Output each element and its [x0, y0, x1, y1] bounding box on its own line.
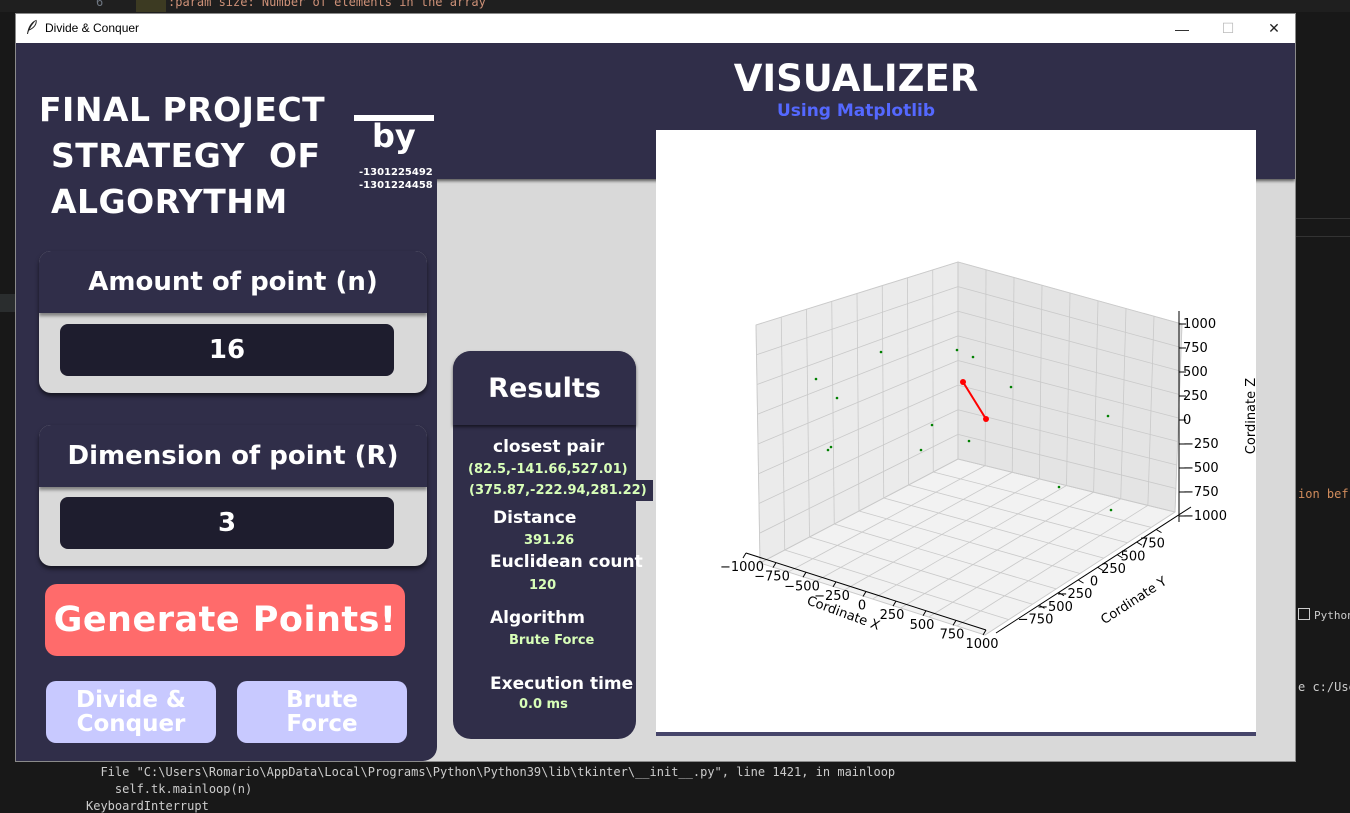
visualizer-subtitle: Using Matplotlib	[776, 101, 936, 121]
z-tick-label: 250	[1183, 389, 1208, 404]
results-panel: Results closest pair (82.5,-141.66,527.0…	[453, 351, 653, 739]
z-tick-label: 750	[1183, 341, 1208, 356]
scatter-point	[1009, 385, 1013, 389]
x-tick-label: 250	[880, 608, 905, 623]
x-tick-label: 500	[910, 618, 935, 633]
window-title: Divide & Conquer	[45, 21, 140, 35]
plot-canvas: −1000 −750 −500 −250 0 250 500 750 1000 −750 −500−…	[656, 130, 1259, 736]
scatter-point	[1109, 508, 1113, 512]
y-tick-label: 750	[1140, 537, 1165, 552]
z-tick-label: 1000	[1183, 317, 1216, 332]
amount-card: Amount of point (n) 16	[39, 251, 427, 393]
editor-background: 6 :param size: Number of elements in the…	[0, 0, 1350, 12]
z-tick-label: −250	[1183, 437, 1219, 452]
dimension-input[interactable]: 3	[60, 497, 394, 549]
amount-input[interactable]: 16	[60, 324, 394, 376]
terminal-text-fragment: e c:/User	[1298, 680, 1350, 694]
terminal-line: KeyboardInterrupt	[86, 799, 209, 813]
y-tick-label: 0	[1090, 575, 1098, 590]
terminal-line: self.tk.mainloop(n)	[86, 782, 253, 796]
maximize-button[interactable]: ☐	[1205, 14, 1251, 43]
euclidean-count-label: Euclidean count	[490, 552, 643, 572]
amount-label: Amount of point (n)	[39, 251, 427, 313]
scatter-3d-chart: −1000−750−500−25002505007501000−750−500−…	[720, 261, 1259, 652]
z-tick-label: −1000	[1183, 509, 1227, 524]
x-tick-label: 1000	[965, 637, 998, 652]
scatter-point	[1106, 414, 1110, 418]
scatter-point	[930, 423, 934, 427]
closest-pair-point	[983, 416, 989, 422]
closest-point-a: (82.5,-141.66,527.01)	[468, 462, 628, 477]
by-label: by	[372, 117, 416, 155]
line-number: 6	[96, 0, 104, 9]
closest-pair-point	[960, 379, 966, 385]
z-tick-label: 0	[1183, 413, 1191, 428]
project-title: FINAL PROJECT STRATEGY OF ALGORYTHM	[39, 90, 326, 221]
terminal-icon	[1298, 608, 1310, 620]
z-tick-label: 500	[1183, 365, 1208, 380]
algorithm-value: Brute Force	[509, 633, 595, 648]
dimension-card: Dimension of point (R) 3	[39, 425, 427, 566]
editor-left-strip	[0, 12, 16, 772]
scatter-point	[826, 448, 830, 452]
brute-force-button[interactable]: Brute Force	[237, 681, 407, 743]
app-content: FINAL PROJECT STRATEGY OF ALGORYTHM by -…	[16, 43, 1295, 761]
y-tick-label: −250	[1057, 587, 1093, 602]
execution-time-value: 0.0 ms	[519, 697, 568, 712]
scatter-point	[919, 448, 923, 452]
dimension-label: Dimension of point (R)	[39, 425, 427, 487]
editor-text-fragment: ion bef	[1298, 487, 1349, 501]
algorithm-label: Algorithm	[490, 608, 585, 628]
terminal-tab-python[interactable]: Python	[1298, 608, 1350, 622]
title-bar[interactable]: Divide & Conquer — ☐ ✕	[16, 14, 1295, 43]
euclidean-count-value: 120	[529, 578, 557, 593]
z-axis-label: Cordinate Z	[1244, 378, 1256, 454]
generate-points-button[interactable]: Generate Points!	[45, 584, 405, 656]
minimize-button[interactable]: —	[1159, 14, 1205, 43]
close-button[interactable]: ✕	[1251, 14, 1297, 43]
scatter-point	[955, 348, 959, 352]
app-window: Divide & Conquer — ☐ ✕ FINAL PROJECT STR…	[15, 13, 1296, 762]
y-axis-label: Cordinate Y	[1098, 574, 1169, 628]
code-highlight	[136, 0, 166, 12]
student-ids: -1301225492 -1301224458	[359, 167, 433, 191]
closest-point-b: (375.87,-222.94,281.22)	[463, 480, 653, 501]
scatter-point	[1057, 485, 1061, 489]
scatter-point	[835, 396, 839, 400]
code-line: :param size: Number of elements in the a…	[168, 0, 486, 9]
x-tick-label: 750	[940, 627, 965, 642]
distance-value: 391.26	[524, 533, 575, 548]
scatter-point	[971, 355, 975, 359]
editor-right-strip	[1296, 12, 1350, 772]
scatter-point	[967, 439, 971, 443]
terminal-output: File "C:\Users\Romario\AppData\Local\Pro…	[0, 762, 1350, 813]
terminal-line: File "C:\Users\Romario\AppData\Local\Pro…	[86, 765, 896, 779]
divide-conquer-button[interactable]: Divide & Conquer	[46, 681, 216, 743]
feather-icon	[27, 19, 37, 34]
z-tick-label: −750	[1183, 485, 1219, 500]
scatter-point	[814, 377, 818, 381]
scatter-point	[829, 445, 833, 449]
results-title: Results	[453, 351, 636, 425]
scatter-point	[879, 350, 883, 354]
visualizer-title: VISUALIZER	[733, 57, 979, 100]
z-tick-label: −500	[1183, 461, 1219, 476]
closest-pair-label: closest pair	[493, 437, 605, 457]
execution-time-label: Execution time	[490, 674, 634, 694]
distance-label: Distance	[493, 508, 577, 528]
